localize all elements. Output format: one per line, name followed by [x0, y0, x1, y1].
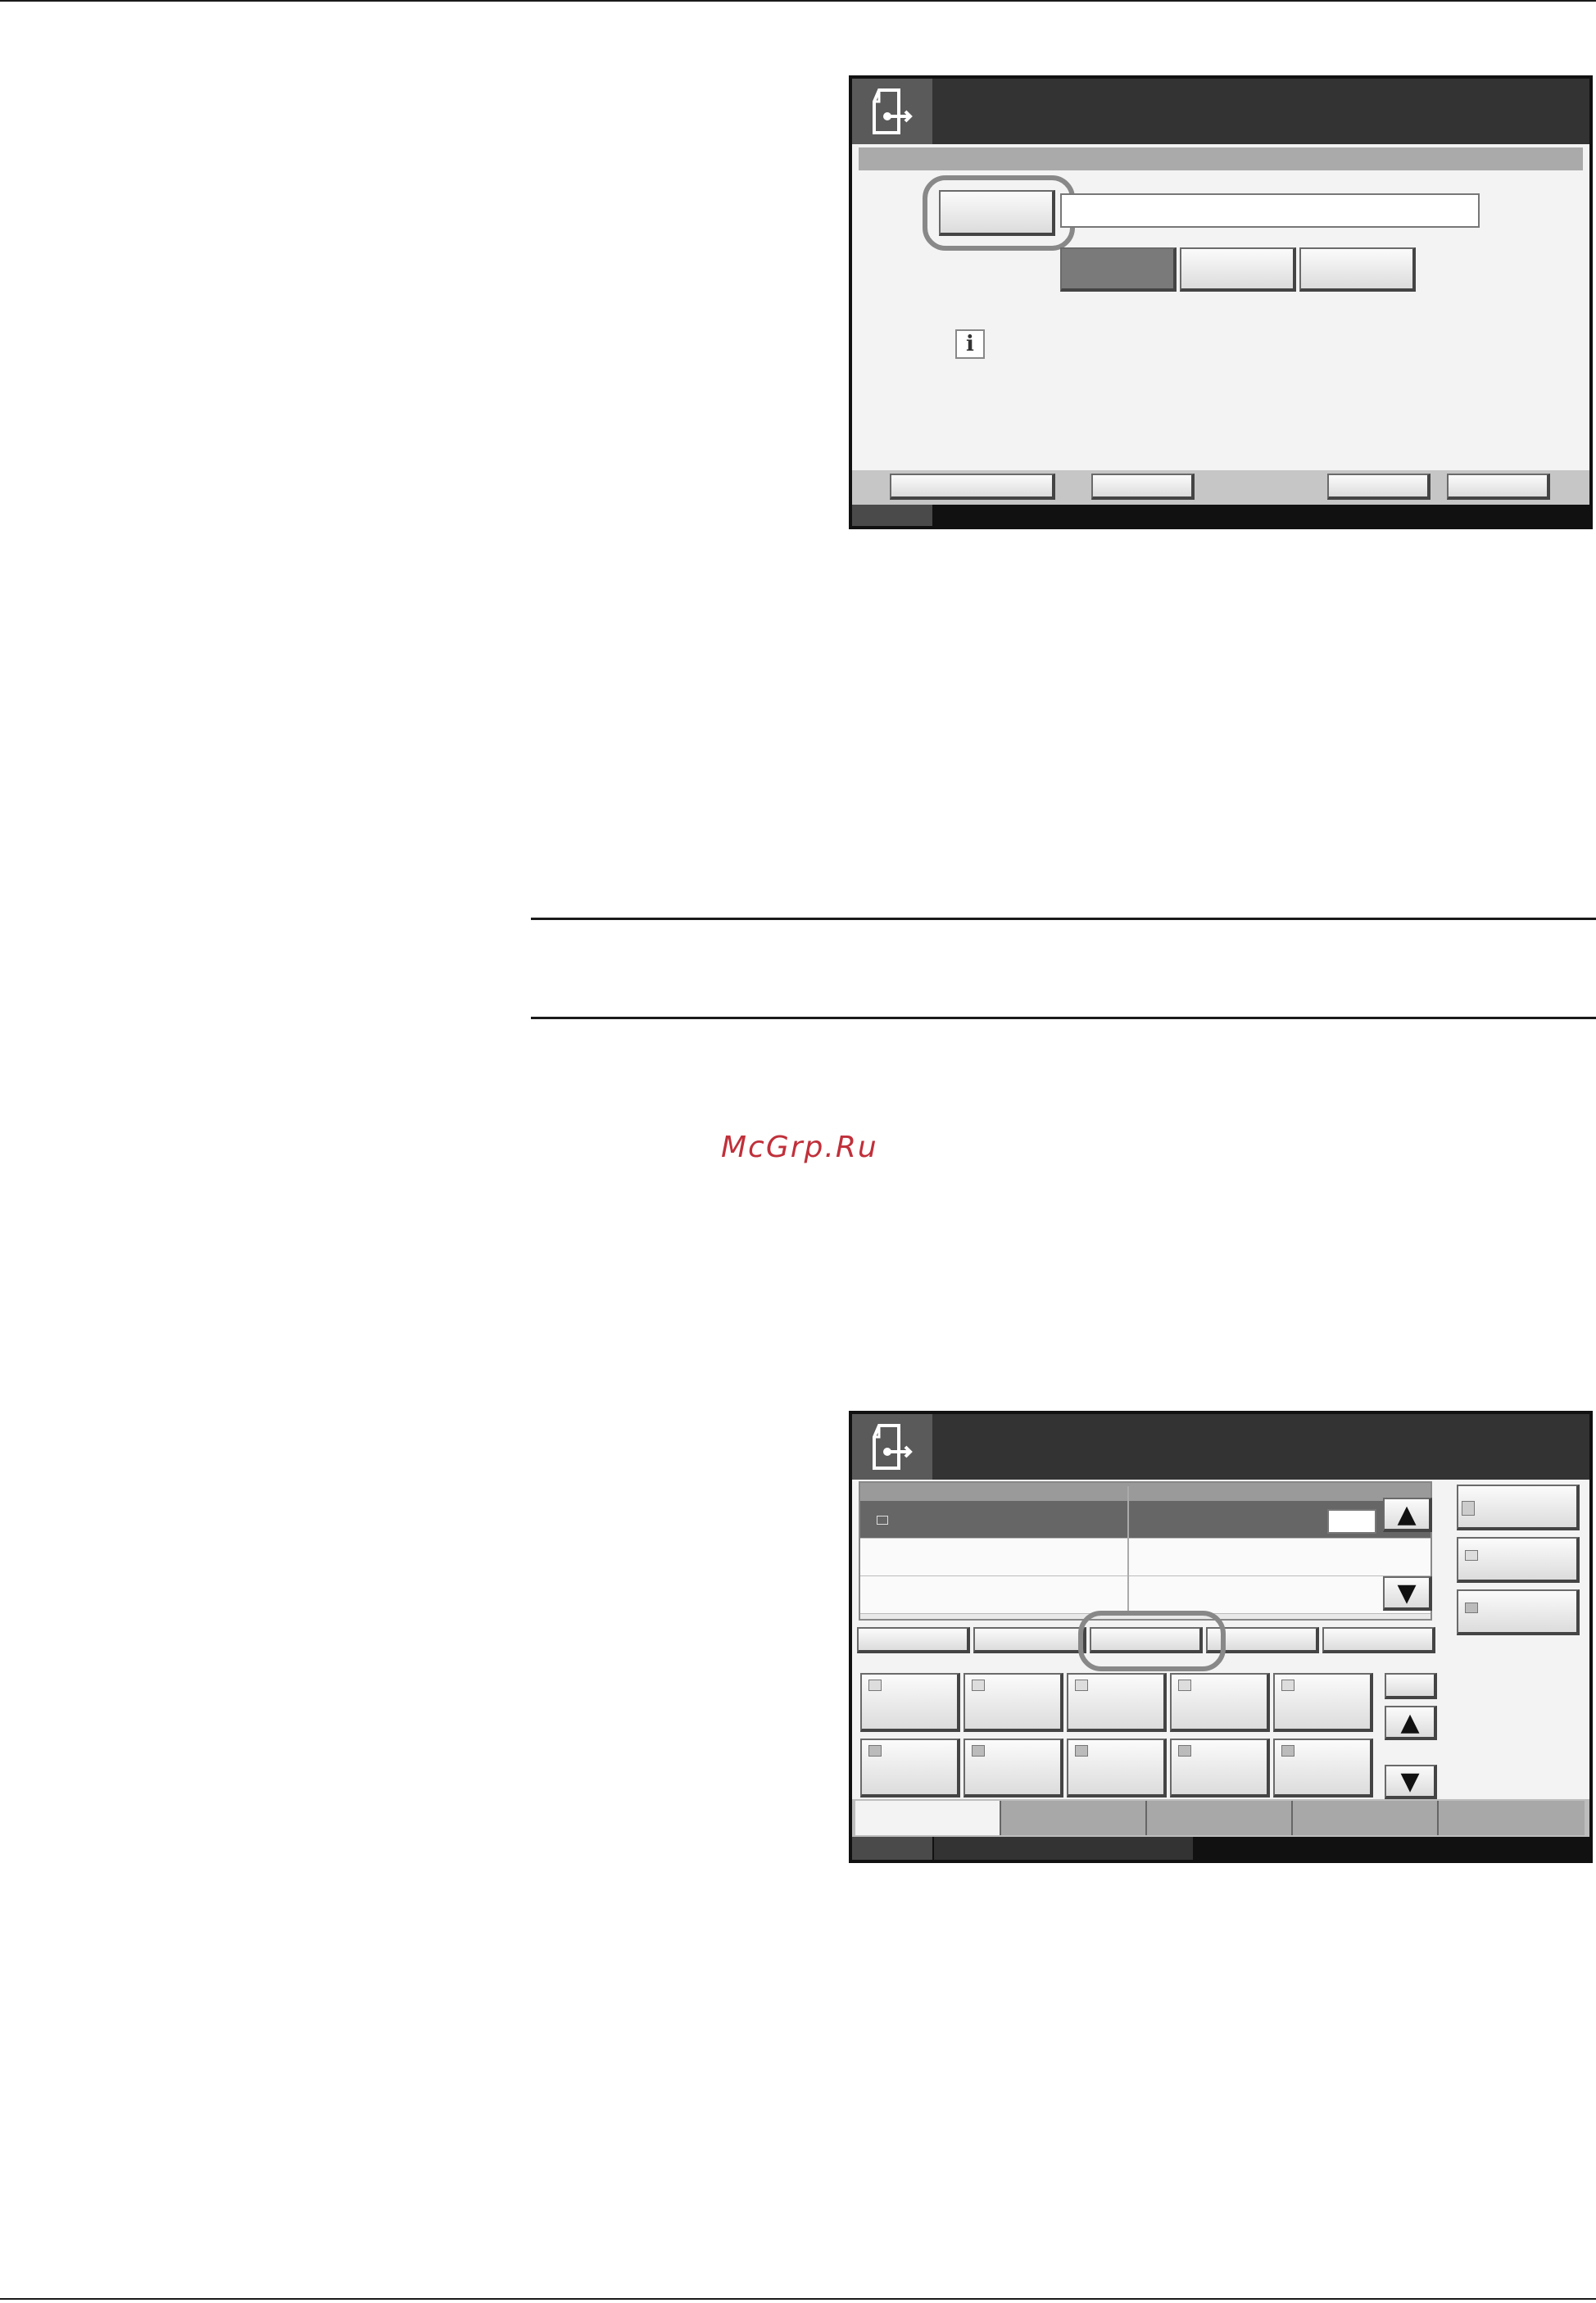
screen-two-status-segment-1	[852, 1837, 932, 1860]
folder-icon	[868, 1745, 882, 1757]
email-icon	[1281, 1680, 1294, 1691]
screen-two-panel: ▲ ▼ ▲ ▼	[849, 1411, 1593, 1863]
screen-two-status-bar	[852, 1837, 1589, 1860]
screen-one-option-button-1[interactable]	[1060, 247, 1177, 292]
list-scroll-down-button[interactable]: ▼	[1383, 1576, 1432, 1611]
tile-scroll-down-button[interactable]: ▼	[1385, 1765, 1437, 1799]
note-top-rule	[531, 918, 1596, 920]
destination-tile[interactable]	[860, 1673, 960, 1732]
destination-list-row[interactable]	[860, 1539, 1431, 1576]
screen-one-mode-tile	[852, 79, 932, 144]
arrow-up-icon: ▲	[1397, 1499, 1417, 1529]
filter-button-1[interactable]	[857, 1627, 970, 1653]
side-button-address-book[interactable]	[1457, 1485, 1580, 1530]
email-icon	[1465, 1550, 1478, 1561]
folder-icon	[972, 1745, 985, 1757]
tab-5[interactable]	[1437, 1801, 1585, 1835]
destination-tile[interactable]	[1170, 1673, 1270, 1732]
screen-one-footer-bar	[852, 470, 1589, 505]
tile-scroll-up-button[interactable]: ▲	[1385, 1706, 1437, 1740]
email-icon	[972, 1680, 985, 1691]
destination-tile[interactable]	[1273, 1739, 1373, 1798]
tab-3[interactable]	[1145, 1801, 1291, 1835]
folder-icon	[1075, 1745, 1088, 1757]
screen-two-titlebar	[852, 1414, 1589, 1480]
watermark-text: McGrp.Ru	[721, 1131, 878, 1164]
screen-two-mode-tile	[852, 1414, 932, 1480]
screen-one-titlebar	[852, 79, 1589, 144]
screen-one-input-field[interactable]	[1060, 193, 1480, 228]
destination-tile[interactable]	[963, 1739, 1063, 1798]
destination-tile[interactable]	[1067, 1739, 1167, 1798]
page-bottom-rule	[0, 2298, 1596, 2300]
screen-one-footer-button-1[interactable]	[890, 474, 1055, 500]
screen-one-footer-button-3[interactable]	[1327, 474, 1431, 500]
screen-one-panel: i	[849, 75, 1593, 529]
tab-1[interactable]	[855, 1801, 1000, 1835]
folder-icon	[1178, 1745, 1191, 1757]
destination-list-header	[860, 1483, 1431, 1501]
email-icon	[868, 1680, 882, 1691]
destination-tile[interactable]	[860, 1739, 960, 1798]
filter-button-5[interactable]	[1322, 1627, 1435, 1653]
destination-list-column-divider	[1127, 1486, 1129, 1614]
screen-two-highlight-ring	[1078, 1611, 1226, 1671]
address-book-icon	[1462, 1501, 1475, 1516]
screen-one-status-bar	[852, 505, 1589, 526]
screen-one-footer-button-2[interactable]	[1091, 474, 1195, 500]
destination-list-row[interactable]	[860, 1576, 1431, 1614]
screen-one-option-button-3[interactable]	[1299, 247, 1416, 292]
destination-tile[interactable]	[1273, 1673, 1373, 1732]
tab-4[interactable]	[1291, 1801, 1437, 1835]
email-icon	[1075, 1680, 1088, 1691]
destination-tile[interactable]	[1067, 1673, 1167, 1732]
email-icon	[1178, 1680, 1191, 1691]
tab-2[interactable]	[1000, 1801, 1145, 1835]
side-button-folder[interactable]	[1457, 1589, 1580, 1635]
folder-icon	[1281, 1745, 1294, 1757]
screen-one-footer-button-4[interactable]	[1447, 474, 1550, 500]
destination-list	[859, 1481, 1432, 1621]
destination-list-row[interactable]	[860, 1501, 1431, 1539]
destination-tile[interactable]	[963, 1673, 1063, 1732]
info-icon: i	[955, 329, 985, 359]
arrow-down-icon: ▼	[1397, 1578, 1417, 1607]
filter-button-2[interactable]	[973, 1627, 1086, 1653]
screen-two-status-segment-2	[934, 1837, 1193, 1860]
send-document-icon	[873, 1424, 913, 1470]
email-icon	[877, 1516, 888, 1525]
note-bottom-rule	[531, 1017, 1596, 1019]
side-button-email[interactable]	[1457, 1537, 1580, 1583]
screen-two-tab-bar	[852, 1799, 1589, 1837]
screen-one-subtitle-bar	[859, 147, 1583, 170]
arrow-down-icon: ▼	[1400, 1766, 1420, 1796]
folder-icon	[1465, 1603, 1478, 1613]
send-document-icon	[873, 88, 913, 134]
destination-count-field	[1327, 1509, 1376, 1534]
destination-tile[interactable]	[1170, 1739, 1270, 1798]
tile-page-button[interactable]	[1385, 1673, 1437, 1699]
arrow-up-icon: ▲	[1400, 1707, 1420, 1737]
screen-one-status-segment	[852, 505, 932, 526]
screen-one-option-button-2[interactable]	[1180, 247, 1296, 292]
page-top-rule	[0, 0, 1596, 2]
list-scroll-up-button[interactable]: ▲	[1383, 1498, 1432, 1532]
screen-one-highlight-ring	[923, 175, 1075, 251]
